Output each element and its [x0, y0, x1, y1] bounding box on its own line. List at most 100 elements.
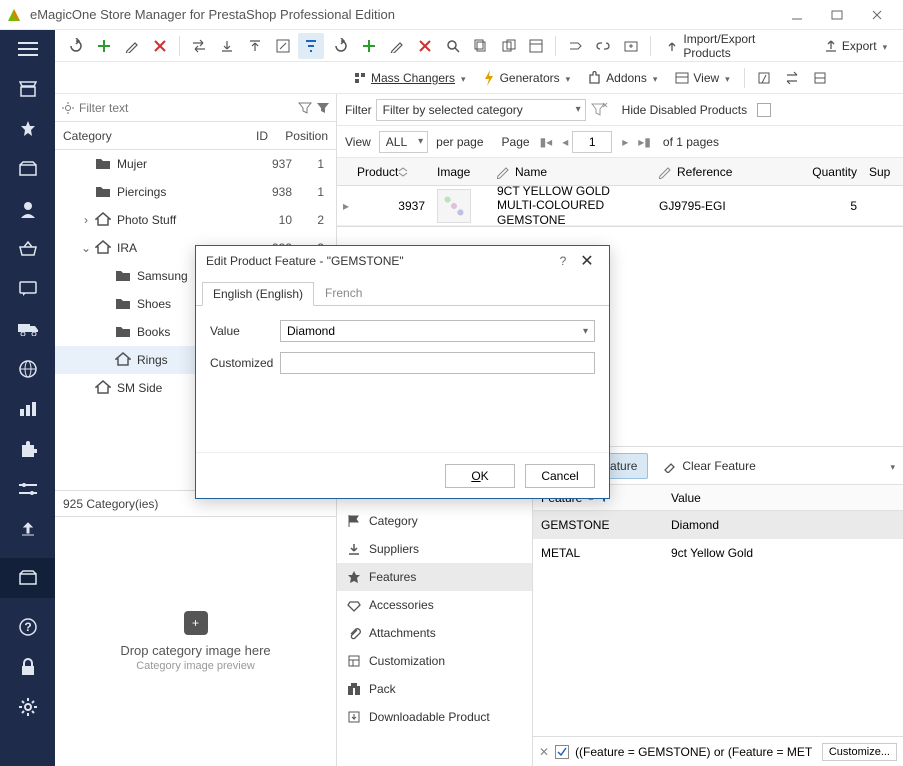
refresh-button[interactable] [63, 33, 89, 59]
generators-button[interactable]: Generators [476, 65, 579, 91]
products-refresh-button[interactable] [328, 33, 354, 59]
delete-button[interactable] [147, 33, 173, 59]
filter-toggle-button[interactable] [298, 33, 324, 59]
export-button[interactable] [242, 33, 268, 59]
view-button[interactable]: View [667, 65, 737, 91]
menu-icon[interactable] [17, 38, 39, 60]
puzzle-icon[interactable] [17, 438, 39, 460]
tab-french[interactable]: French [314, 281, 373, 305]
first-page-button[interactable]: ▮◂ [540, 135, 553, 149]
star-icon[interactable] [17, 118, 39, 140]
category-filter-input[interactable] [79, 101, 294, 115]
col-value[interactable]: Value [663, 491, 903, 505]
grid-edit-button[interactable] [270, 33, 296, 59]
col-name[interactable]: Name [491, 165, 653, 179]
side-tab-suppliers[interactable]: Suppliers [337, 535, 532, 563]
import-button[interactable] [214, 33, 240, 59]
col-image[interactable]: Image [431, 165, 491, 179]
col-sup[interactable]: Sup [863, 165, 903, 179]
col-quantity[interactable]: Quantity [793, 165, 863, 179]
basket-icon[interactable] [17, 238, 39, 260]
next-page-button[interactable]: ▸ [622, 135, 628, 149]
filter-funnel-icon[interactable] [298, 101, 312, 115]
cancel-button[interactable]: Cancel [525, 464, 595, 488]
addtab-button[interactable] [618, 33, 644, 59]
feature-row[interactable]: METAL9ct Yellow Gold [533, 539, 903, 567]
customize-button[interactable]: Customize... [822, 743, 897, 761]
col-category[interactable]: Category [63, 129, 208, 143]
move-button[interactable] [562, 33, 588, 59]
add-button[interactable] [91, 33, 117, 59]
swap-button[interactable] [186, 33, 212, 59]
ok-button[interactable]: OK [445, 464, 515, 488]
filter-clear-icon[interactable] [590, 102, 608, 118]
copy-button[interactable] [468, 33, 494, 59]
filter-close-icon[interactable]: ✕ [539, 745, 549, 759]
upload-icon[interactable] [17, 518, 39, 540]
side-tab-customization[interactable]: Customization [337, 647, 532, 675]
value-select[interactable]: Diamond [280, 320, 595, 342]
last-page-button[interactable]: ▸▮ [638, 135, 651, 149]
sliders-icon[interactable] [17, 478, 39, 500]
expander-icon[interactable]: ⌄ [79, 241, 93, 255]
side-tab-attachments[interactable]: Attachments [337, 619, 532, 647]
gear-small-icon[interactable] [61, 101, 75, 115]
addons-button[interactable]: Addons [580, 65, 665, 91]
store-icon[interactable] [17, 78, 39, 100]
side-tab-pack[interactable]: Pack [337, 675, 532, 703]
tree-row[interactable]: Piercings9381 [55, 178, 336, 206]
dialog-help-button[interactable]: ? [551, 254, 575, 268]
help-icon[interactable]: ? [17, 616, 39, 638]
filter-down-icon[interactable] [316, 101, 330, 115]
lock-icon[interactable] [17, 656, 39, 678]
side-tab-accessories[interactable]: Accessories [337, 591, 532, 619]
search-button[interactable] [440, 33, 466, 59]
customized-input[interactable] [280, 352, 595, 374]
side-tab-downloadable-product[interactable]: Downloadable Product [337, 703, 532, 731]
feature-row[interactable]: GEMSTONEDiamond [533, 511, 903, 539]
col-position[interactable]: Position [268, 129, 328, 143]
filter-checkbox[interactable] [555, 745, 569, 759]
globe-icon[interactable] [17, 358, 39, 380]
ribbon-tool3[interactable] [807, 65, 833, 91]
ribbon-tool2[interactable] [779, 65, 805, 91]
user-icon[interactable] [17, 198, 39, 220]
products-edit-button[interactable] [384, 33, 410, 59]
edit-button[interactable] [119, 33, 145, 59]
prev-page-button[interactable]: ◂ [562, 135, 568, 149]
minimize-button[interactable] [777, 0, 817, 30]
view-all-select[interactable]: ALL [379, 131, 428, 153]
hide-disabled-checkbox[interactable] [757, 103, 771, 117]
truck-icon[interactable] [17, 318, 39, 340]
products-delete-button[interactable] [412, 33, 438, 59]
side-tab-category[interactable]: Category [337, 507, 532, 535]
dialog-close-button[interactable]: ✕ [575, 251, 599, 271]
expander-icon[interactable]: › [79, 213, 93, 227]
page-number-input[interactable] [572, 131, 612, 153]
ribbon-tool1[interactable] [751, 65, 777, 91]
maximize-button[interactable] [817, 0, 857, 30]
gear-icon[interactable] [17, 696, 39, 718]
link-button[interactable] [590, 33, 616, 59]
products-add-button[interactable] [356, 33, 382, 59]
clone-button[interactable] [496, 33, 522, 59]
product-row[interactable]: ▸ 3937 9CT YELLOW GOLD MULTI-COLOURED GE… [337, 186, 903, 226]
tree-row[interactable]: Mujer9371 [55, 150, 336, 178]
box-icon[interactable] [17, 158, 39, 180]
tab-english[interactable]: English (English) [202, 282, 314, 306]
mass-changers-button[interactable]: Mass Changers [345, 65, 474, 91]
category-image-drop[interactable]: + Drop category image here Category imag… [55, 516, 336, 766]
side-tab-features[interactable]: Features [337, 563, 532, 591]
import-export-button[interactable]: Import/Export Products [657, 33, 814, 59]
col-id[interactable]: ID [208, 129, 268, 143]
chat-icon[interactable] [17, 278, 39, 300]
export-button-right[interactable]: Export [816, 33, 895, 59]
clear-feature-button[interactable]: Clear Feature [652, 453, 765, 479]
features-more-button[interactable] [888, 459, 895, 473]
tree-row[interactable]: ›Photo Stuff102 [55, 206, 336, 234]
filter-select[interactable]: Filter by selected category [376, 99, 586, 121]
chart-icon[interactable] [17, 398, 39, 420]
clone2-button[interactable] [524, 33, 550, 59]
col-product[interactable]: Product [351, 165, 431, 179]
close-button[interactable] [857, 0, 897, 30]
